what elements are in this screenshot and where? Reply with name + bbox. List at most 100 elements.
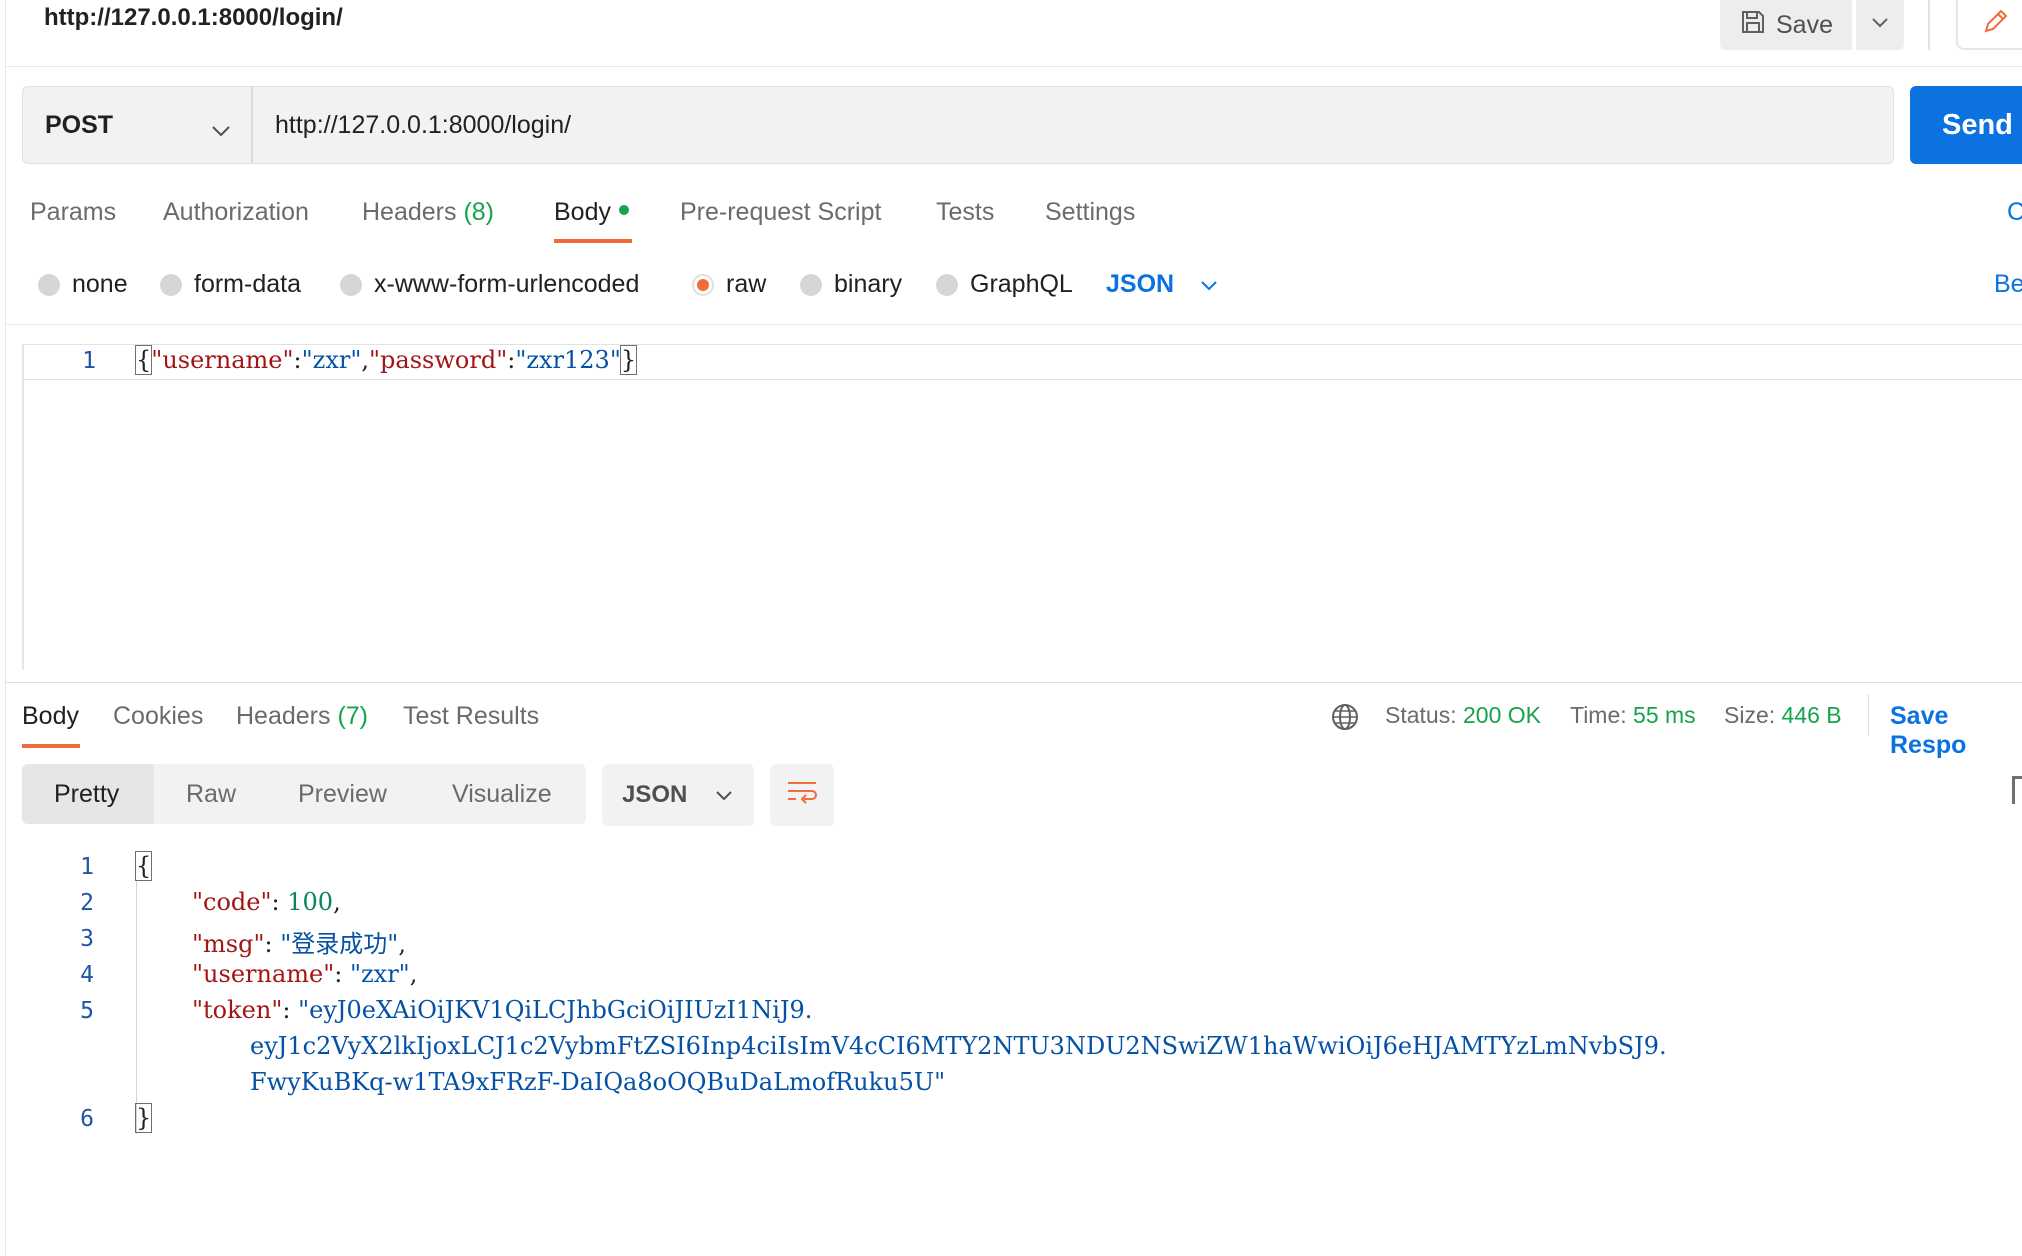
chevron-down-icon xyxy=(1871,16,1889,34)
tab-headers-label: Headers xyxy=(362,198,457,226)
radio-graphql-label: GraphQL xyxy=(970,270,1073,298)
time-label: Time: xyxy=(1570,702,1627,728)
divider xyxy=(5,682,2022,683)
radio-circle xyxy=(800,273,822,296)
active-tab-indicator xyxy=(554,239,632,243)
radio-circle xyxy=(340,273,362,296)
line-number: 6 xyxy=(80,1106,94,1132)
pencil-icon xyxy=(1980,7,2010,42)
radio-graphql[interactable]: GraphQL xyxy=(936,270,1073,299)
save-options-dropdown[interactable] xyxy=(1856,0,1904,50)
size-label: Size: xyxy=(1724,702,1776,728)
radio-form-data[interactable]: form-data xyxy=(160,270,301,299)
request-body-editor[interactable] xyxy=(22,344,2022,670)
tab-params[interactable]: Params xyxy=(30,198,116,227)
response-tab-headers[interactable]: Headers (7) xyxy=(236,702,368,731)
line-number: 5 xyxy=(80,998,94,1024)
save-button[interactable]: Save xyxy=(1720,0,1852,50)
radio-urlencoded-label: x-www-form-urlencoded xyxy=(374,270,640,298)
radio-circle xyxy=(38,273,60,296)
raw-format-select[interactable]: JSON xyxy=(1106,270,1218,299)
response-line-5-wrap-2: FwyKuBKq-w1TA9xFRzF-DaIQa8oOQBuDaLmofRuk… xyxy=(250,1068,946,1096)
raw-format-value: JSON xyxy=(1106,270,1175,298)
indent-guide xyxy=(136,880,137,1134)
chevron-down-icon xyxy=(211,115,231,144)
response-tab-headers-count: (7) xyxy=(337,702,369,730)
view-raw[interactable]: Raw xyxy=(186,764,236,824)
response-line-5: "token": "eyJ0eXAiOiJKV1QiLCJhbGciOiJIUz… xyxy=(192,996,813,1024)
line-number: 2 xyxy=(80,890,94,916)
chevron-down-icon xyxy=(1200,270,1218,299)
toolbar-divider xyxy=(1928,0,1930,50)
radio-circle-selected xyxy=(692,273,714,296)
method-value: POST xyxy=(45,110,114,139)
view-preview[interactable]: Preview xyxy=(298,764,387,824)
request-body-line-1[interactable]: {"username":"zxr","password":"zxr123"} xyxy=(134,345,638,375)
tab-body-label: Body xyxy=(554,198,611,226)
save-response-button[interactable]: Save Respo xyxy=(1890,702,2022,760)
divider xyxy=(5,324,2022,325)
save-label: Save xyxy=(1776,10,1833,39)
radio-circle xyxy=(936,273,958,296)
response-tab-cookies[interactable]: Cookies xyxy=(113,702,203,731)
radio-circle xyxy=(160,273,182,296)
radio-binary-label: binary xyxy=(834,270,903,298)
response-line-2: "code": 100, xyxy=(192,888,341,916)
status-label: Status: xyxy=(1385,702,1457,728)
beautify-link[interactable]: Be xyxy=(1994,270,2022,299)
radio-none[interactable]: none xyxy=(38,270,128,299)
tab-headers-count: (8) xyxy=(463,198,495,226)
response-tab-body[interactable]: Body xyxy=(22,702,79,731)
response-line-3: "msg": "登录成功", xyxy=(192,930,406,958)
radio-none-label: none xyxy=(72,270,128,298)
view-pretty[interactable]: Pretty xyxy=(22,764,154,824)
response-time[interactable]: Time: 55 ms xyxy=(1570,702,1696,729)
response-line-6: } xyxy=(134,1103,153,1133)
radio-raw[interactable]: raw xyxy=(692,270,766,299)
chevron-down-icon xyxy=(715,781,733,809)
response-tab-headers-label: Headers xyxy=(236,702,331,730)
method-select[interactable]: POST xyxy=(22,86,252,164)
response-line-5-wrap-1: eyJ1c2VyX2lkIjoxLCJ1c2VybmFtZSI6Inp4ciIs… xyxy=(250,1032,1667,1060)
tab-tests[interactable]: Tests xyxy=(936,198,994,227)
response-line-4: "username": "zxr", xyxy=(192,960,418,988)
line-number: 1 xyxy=(80,854,94,880)
left-border xyxy=(5,0,6,1256)
edit-button[interactable] xyxy=(1956,0,2022,50)
response-format-select[interactable]: JSON xyxy=(602,764,754,826)
wrap-lines-button[interactable] xyxy=(770,764,834,826)
response-line-1: { xyxy=(134,851,153,881)
radio-urlencoded[interactable]: x-www-form-urlencoded xyxy=(340,270,639,299)
request-title[interactable]: http://127.0.0.1:8000/login/ xyxy=(44,4,343,32)
tab-body[interactable]: Body xyxy=(554,198,629,227)
tab-authorization[interactable]: Authorization xyxy=(163,198,309,227)
tab-pre-request-script[interactable]: Pre-request Script xyxy=(680,198,881,227)
url-input[interactable]: http://127.0.0.1:8000/login/ xyxy=(252,86,1894,164)
radio-raw-label: raw xyxy=(726,270,767,298)
response-tab-test-results[interactable]: Test Results xyxy=(403,702,539,731)
response-status[interactable]: Status: 200 OK xyxy=(1385,702,1541,729)
tab-headers[interactable]: Headers (8) xyxy=(362,198,494,227)
radio-form-data-label: form-data xyxy=(194,270,301,298)
size-value: 446 B xyxy=(1781,702,1842,728)
status-value: 200 OK xyxy=(1463,702,1541,728)
time-value: 55 ms xyxy=(1633,702,1696,728)
active-tab-indicator xyxy=(22,744,80,748)
line-number: 4 xyxy=(80,962,94,988)
response-size[interactable]: Size: 446 B xyxy=(1724,702,1842,729)
tab-settings[interactable]: Settings xyxy=(1045,198,1135,227)
radio-binary[interactable]: binary xyxy=(800,270,902,299)
wrap-lines-icon xyxy=(786,779,818,812)
cookies-link[interactable]: C xyxy=(2007,198,2022,227)
body-modified-dot xyxy=(618,205,629,216)
line-number: 3 xyxy=(80,926,94,952)
divider xyxy=(5,66,2022,67)
save-icon xyxy=(1740,9,1766,42)
send-button[interactable]: Send xyxy=(1910,86,2022,164)
globe-icon[interactable] xyxy=(1330,702,1360,737)
copy-icon[interactable] xyxy=(2012,776,2022,804)
response-format-value: JSON xyxy=(622,781,688,808)
view-visualize[interactable]: Visualize xyxy=(452,764,552,824)
status-divider xyxy=(1868,694,1869,736)
line-number: 1 xyxy=(82,348,96,374)
